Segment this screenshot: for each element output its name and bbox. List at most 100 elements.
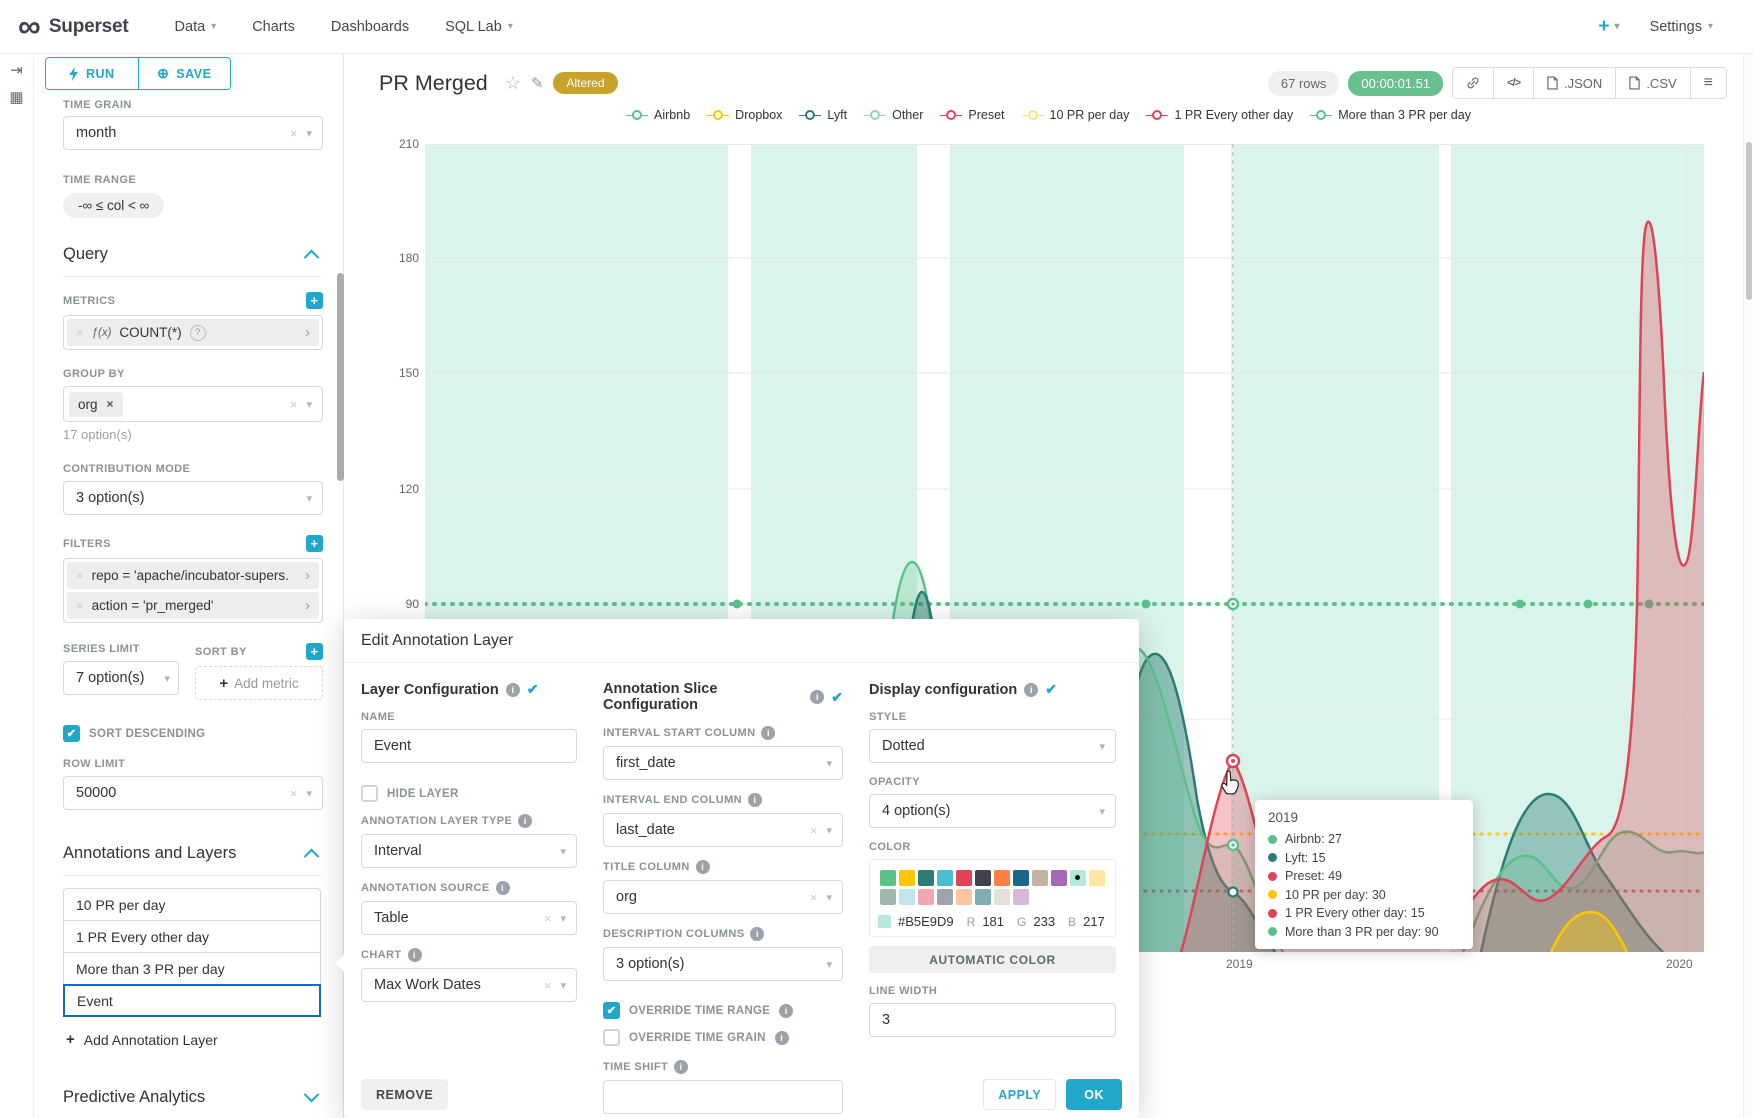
export-csv-button[interactable]: .CSV [1615,68,1689,98]
annotation-layer-item[interactable]: 1 PR Every other day [63,920,321,953]
chevron-right-icon[interactable]: › [305,567,310,584]
hide-layer-checkbox[interactable] [361,785,378,802]
favorite-star-icon[interactable]: ☆ [505,73,521,94]
remove-filter-icon[interactable]: × [76,598,84,613]
interval-start-select[interactable]: first_date ▾ [603,746,843,780]
annotation-layer-item-selected[interactable]: Event [63,984,321,1017]
annotation-source-select[interactable]: Table × ▾ [361,901,577,935]
chart-select[interactable]: Max Work Dates × ▾ [361,968,577,1002]
description-columns-select[interactable]: 3 option(s) ▾ [603,947,843,981]
expand-datasource-icon[interactable]: ⇥ [10,63,23,78]
color-swatch[interactable] [899,889,915,905]
title-column-select[interactable]: org × ▾ [603,880,843,914]
interval-end-select[interactable]: last_date × ▾ [603,813,843,847]
add-filter-button[interactable]: + [306,535,323,552]
annotations-section-header[interactable]: Annotations and Layers [63,844,321,876]
color-swatch[interactable] [994,889,1010,905]
legend-item[interactable]: Airbnb [626,108,690,122]
color-swatch[interactable] [918,870,934,886]
color-swatch[interactable] [1089,870,1105,886]
color-swatch[interactable] [975,889,991,905]
opacity-select[interactable]: 4 option(s) ▾ [869,794,1116,828]
chevron-right-icon[interactable]: › [305,324,310,341]
legend-item[interactable]: Lyft [799,108,847,122]
metric-pill[interactable]: × ƒ(x) COUNT(*) ? › [67,319,319,346]
remove-filter-icon[interactable]: × [76,568,84,583]
color-swatch[interactable] [1032,870,1048,886]
color-swatch[interactable] [880,889,896,905]
clear-icon[interactable]: × [810,890,818,905]
line-width-input[interactable]: 3 [869,1003,1116,1037]
dataset-grid-icon[interactable]: ▦ [9,90,23,105]
color-swatch-selected[interactable] [1070,870,1086,886]
nav-item-charts[interactable]: Charts [252,19,295,35]
more-options-button[interactable]: ≡ [1690,68,1726,98]
legend-item[interactable]: Preset [940,108,1004,122]
remove-tag-icon[interactable]: × [107,397,114,411]
ok-button[interactable]: OK [1066,1079,1122,1110]
clear-icon[interactable]: × [290,397,298,412]
contribution-mode-select[interactable]: 3 option(s) ▾ [63,481,323,515]
save-button[interactable]: ⊕ SAVE [138,58,231,89]
chevron-right-icon[interactable]: › [305,597,310,614]
legend-item[interactable]: Other [864,108,923,122]
query-section-header[interactable]: Query [63,245,321,277]
name-input[interactable]: Event [361,729,577,763]
filter-pill[interactable]: × action = 'pr_merged' › [67,592,319,619]
annotation-layer-item[interactable]: More than 3 PR per day [63,952,321,985]
clear-icon[interactable]: × [544,911,552,926]
color-swatch[interactable] [1013,870,1029,886]
export-json-button[interactable]: .JSON [1533,68,1615,98]
nav-item-dashboards[interactable]: Dashboards [331,19,409,35]
legend-item[interactable]: 1 PR Every other day [1146,108,1293,122]
run-button[interactable]: RUN [46,58,138,89]
color-swatch[interactable] [918,889,934,905]
color-swatch[interactable] [956,889,972,905]
color-swatch[interactable] [1051,870,1067,886]
add-annotation-layer-button[interactable]: + Add Annotation Layer [66,1031,323,1048]
color-swatch[interactable] [956,870,972,886]
legend-item[interactable]: Dropbox [707,108,782,122]
remove-button[interactable]: REMOVE [361,1079,448,1110]
automatic-color-button[interactable]: AUTOMATIC COLOR [869,946,1116,973]
color-swatch[interactable] [994,870,1010,886]
nav-item-sql-lab[interactable]: SQL Lab▾ [445,19,513,35]
new-item-button[interactable]: +▾ [1598,16,1619,38]
clear-icon[interactable]: × [290,786,298,801]
clear-icon[interactable]: × [290,126,298,141]
predictive-section-header[interactable]: Predictive Analytics [63,1088,321,1118]
clear-icon[interactable]: × [810,823,818,838]
row-limit-select[interactable]: 50000 × ▾ [63,776,323,810]
embed-code-button[interactable]: </> [1493,68,1533,98]
copy-link-button[interactable] [1453,68,1493,98]
style-select[interactable]: Dotted ▾ [869,729,1116,763]
window-scrollbar-thumb[interactable] [1746,142,1752,300]
color-swatch[interactable] [899,870,915,886]
color-swatch[interactable] [937,889,953,905]
add-metric-button[interactable]: + [306,292,323,309]
color-swatch[interactable] [1013,889,1029,905]
group-by-tag[interactable]: org × [69,392,123,417]
sort-descending-checkbox[interactable]: ✔ [63,725,80,742]
override-time-grain-checkbox[interactable] [603,1029,620,1046]
nav-item-data[interactable]: Data▾ [175,19,217,35]
sidebar-scrollbar-thumb[interactable] [337,273,344,481]
annotation-layer-type-select[interactable]: Interval ▾ [361,834,577,868]
time-grain-select[interactable]: month × ▾ [63,116,323,150]
filter-pill[interactable]: × repo = 'apache/incubator-supers... › [67,562,319,589]
remove-metric-icon[interactable]: × [76,325,84,340]
legend-item[interactable]: 10 PR per day [1022,108,1130,122]
sort-by-add-metric[interactable]: + Add metric [195,666,323,700]
apply-button[interactable]: APPLY [983,1079,1056,1110]
settings-menu[interactable]: Settings▾ [1650,19,1713,35]
override-time-range-checkbox[interactable]: ✔ [603,1002,620,1019]
color-swatch[interactable] [880,870,896,886]
color-swatch[interactable] [937,870,953,886]
group-by-select[interactable]: org × × ▾ [63,386,323,422]
color-swatch[interactable] [975,870,991,886]
time-range-pill[interactable]: -∞ ≤ col < ∞ [63,193,164,218]
add-sort-metric-button[interactable]: + [306,643,323,660]
annotation-layer-item[interactable]: 10 PR per day [63,888,321,921]
clear-icon[interactable]: × [544,978,552,993]
legend-item[interactable]: More than 3 PR per day [1310,108,1471,122]
